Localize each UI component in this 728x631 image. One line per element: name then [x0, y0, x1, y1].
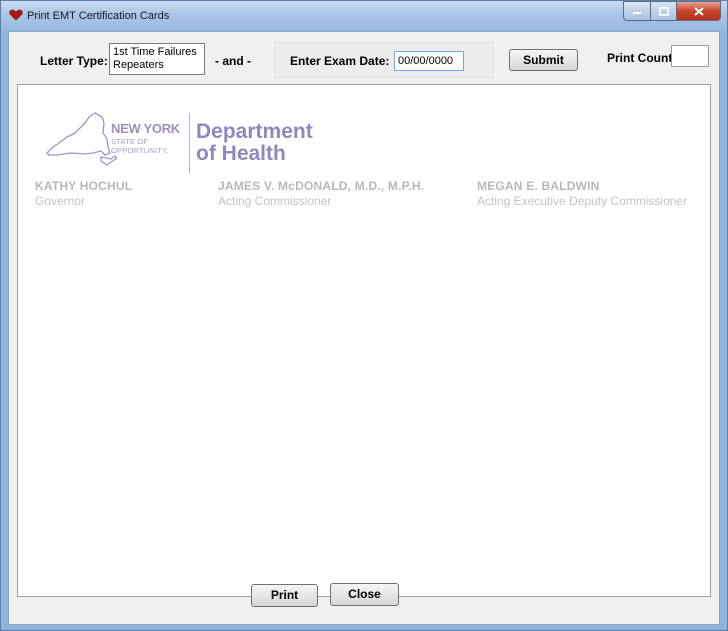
button-bar: Print Close — [9, 583, 719, 625]
close-window-button[interactable] — [676, 1, 721, 21]
print-count-field[interactable] — [671, 45, 709, 67]
close-button[interactable]: Close — [330, 583, 399, 606]
print-button[interactable]: Print — [251, 584, 318, 607]
minimize-icon — [633, 12, 641, 14]
ny-wordmark: NEW YORK — [111, 121, 180, 136]
official-governor: KATHY HOCHUL Governor — [35, 179, 132, 208]
department-label: Department — [196, 120, 313, 143]
document-preview: NEW YORK STATE OF OPPORTUNITY. Departmen… — [17, 84, 711, 597]
official-name: KATHY HOCHUL — [35, 179, 133, 193]
new-york-state-map-icon — [46, 112, 117, 166]
official-deputy-commissioner: MEGAN E. BALDWIN Acting Executive Deputy… — [477, 179, 687, 208]
official-name: MEGAN E. BALDWIN — [477, 179, 600, 193]
maximize-icon — [658, 6, 669, 16]
app-heart-icon — [9, 9, 23, 21]
submit-button[interactable]: Submit — [509, 49, 578, 71]
exam-date-label: Enter Exam Date: — [290, 54, 390, 68]
window-controls — [623, 1, 721, 21]
toolbar: Letter Type: 1st Time Failures Repeaters… — [9, 32, 719, 84]
letter-type-label: Letter Type: — [40, 54, 108, 68]
app-window: Print EMT Certification Cards Letter Typ… — [0, 0, 728, 631]
official-commissioner: JAMES V. McDONALD, M.D., M.P.H. Acting C… — [218, 179, 424, 208]
exam-date-input[interactable]: 00/00/0000 — [394, 51, 464, 71]
letter-type-listbox[interactable]: 1st Time Failures Repeaters — [109, 43, 205, 75]
official-title: Governor — [35, 194, 86, 208]
and-label: - and - — [215, 54, 251, 68]
letter-type-option[interactable]: Repeaters — [113, 59, 204, 72]
maximize-button[interactable] — [650, 1, 676, 21]
print-count-label: Print Count: — [607, 51, 677, 65]
department-label-line2: of Health — [196, 142, 286, 165]
minimize-button[interactable] — [623, 1, 650, 21]
ny-tagline-line1: STATE OF — [111, 137, 149, 146]
official-name: JAMES V. McDONALD, M.D., M.P.H. — [218, 179, 425, 193]
close-icon — [693, 6, 704, 16]
letter-type-option[interactable]: 1st Time Failures — [113, 46, 204, 59]
ny-tagline-line2: OPPORTUNITY. — [111, 146, 169, 155]
window-title: Print EMT Certification Cards — [27, 10, 170, 22]
official-title: Acting Executive Deputy Commissioner — [477, 194, 688, 208]
logo-divider — [189, 113, 190, 173]
title-bar[interactable]: Print EMT Certification Cards — [1, 1, 727, 31]
official-title: Acting Commissioner — [218, 194, 332, 208]
client-area: Letter Type: 1st Time Failures Repeaters… — [8, 31, 720, 625]
